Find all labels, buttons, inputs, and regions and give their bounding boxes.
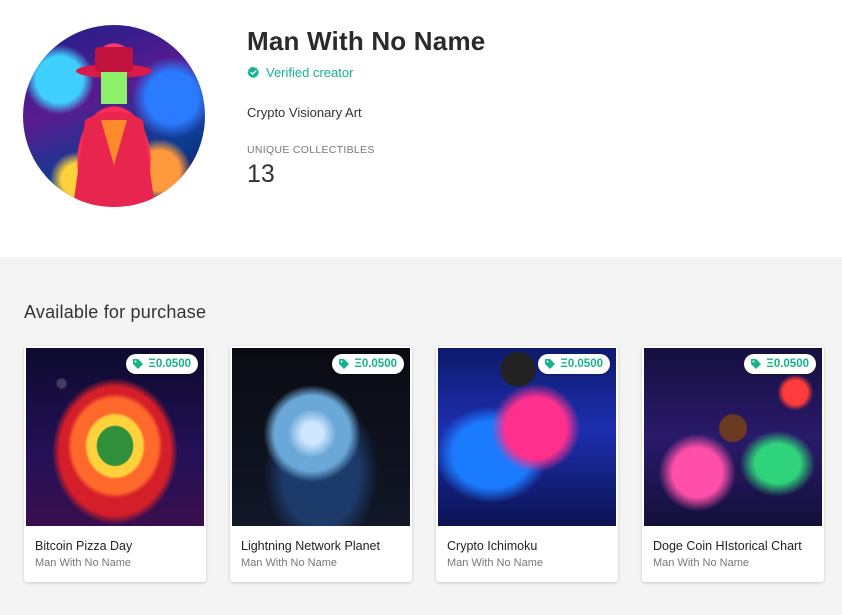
price-tag: Ξ0.0500 [126, 354, 198, 374]
collectible-card[interactable]: Ξ0.0500 Crypto Ichimoku Man With No Name [436, 346, 618, 582]
avatar-art [73, 47, 155, 207]
collectible-creator[interactable]: Man With No Name [447, 557, 543, 569]
tag-icon [751, 359, 762, 369]
collectible-title[interactable]: Lightning Network Planet [241, 539, 380, 553]
collectible-image[interactable]: Ξ0.0500 [26, 348, 204, 526]
collectible-title[interactable]: Bitcoin Pizza Day [35, 539, 132, 553]
price-tag: Ξ0.0500 [538, 354, 610, 374]
collectible-card[interactable]: Ξ0.0500 Lightning Network Planet Man Wit… [230, 346, 412, 582]
price-tag: Ξ0.0500 [332, 354, 404, 374]
unique-collectibles-count: 13 [247, 160, 275, 188]
collectible-creator[interactable]: Man With No Name [653, 557, 749, 569]
price-value: Ξ0.0500 [148, 358, 191, 370]
collectible-title[interactable]: Doge Coin HIstorical Chart [653, 539, 802, 553]
creator-avatar [23, 25, 205, 207]
tag-icon [339, 359, 350, 369]
collectible-card[interactable]: Ξ0.0500 Bitcoin Pizza Day Man With No Na… [24, 346, 206, 582]
collectible-image[interactable]: Ξ0.0500 [232, 348, 410, 526]
verified-badge: Verified creator [247, 65, 353, 80]
collectible-image[interactable]: Ξ0.0500 [644, 348, 822, 526]
price-value: Ξ0.0500 [354, 358, 397, 370]
collectible-card[interactable]: Ξ0.0500 Doge Coin HIstorical Chart Man W… [642, 346, 824, 582]
unique-collectibles-label: UNIQUE COLLECTIBLES [247, 144, 375, 156]
check-badge-icon [247, 66, 259, 79]
verified-label: Verified creator [266, 65, 354, 80]
collectible-creator[interactable]: Man With No Name [241, 557, 337, 569]
price-value: Ξ0.0500 [766, 358, 809, 370]
creator-bio: Crypto Visionary Art [247, 105, 362, 120]
collectible-image[interactable]: Ξ0.0500 [438, 348, 616, 526]
collectible-title[interactable]: Crypto Ichimoku [447, 539, 537, 553]
creator-name: Man With No Name [247, 26, 486, 56]
tag-icon [133, 359, 144, 369]
tag-icon [545, 359, 556, 369]
price-tag: Ξ0.0500 [744, 354, 816, 374]
collectible-creator[interactable]: Man With No Name [35, 557, 131, 569]
profile-header: Man With No Name Verified creator Crypto… [0, 0, 842, 257]
available-for-purchase-section: Available for purchase Ξ0.0500 Bitcoin P… [0, 257, 842, 615]
price-value: Ξ0.0500 [560, 358, 603, 370]
section-title: Available for purchase [24, 302, 207, 322]
